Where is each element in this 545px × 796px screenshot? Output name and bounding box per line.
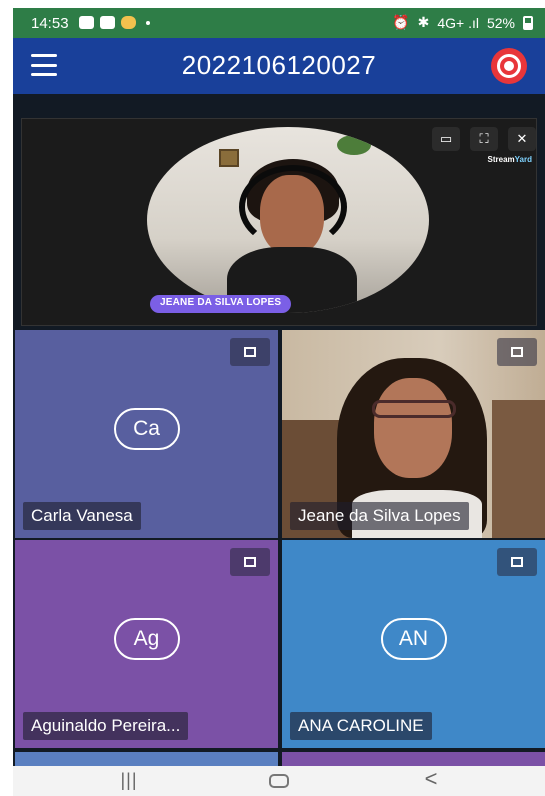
headset-icon	[239, 165, 347, 249]
streamyard-logo: StreamYard	[487, 155, 532, 164]
participant-name: Jeane da Silva Lopes	[290, 502, 469, 530]
home-icon	[269, 774, 289, 788]
phone-screen: 14:53 ⏰ ✱ 4G+ .ıl 52% 2022106120027 JEAN…	[13, 8, 545, 796]
participant-tile-aguinaldo[interactable]: Ag Aguinaldo Pereira...	[15, 540, 278, 748]
pip-button[interactable]: ▭	[432, 127, 460, 151]
gallery-icon	[100, 16, 115, 29]
bookshelf	[492, 400, 545, 538]
expand-icon	[511, 557, 523, 567]
bluetooth-icon: ✱	[417, 14, 430, 30]
signal-indicator: 4G+ .ıl	[437, 14, 479, 31]
system-nav-bar: ||| <	[13, 766, 545, 796]
participant-tile-partial[interactable]	[282, 752, 545, 766]
notification-icons	[79, 16, 150, 29]
fullscreen-button[interactable]: ⛶	[470, 127, 498, 151]
expand-icon	[244, 557, 256, 567]
home-button[interactable]	[259, 770, 299, 794]
app-bar: 2022106120027	[13, 38, 545, 94]
more-notifications-icon	[146, 20, 150, 25]
battery-icon	[523, 15, 533, 30]
record-button[interactable]	[491, 48, 527, 84]
participant-name: Aguinaldo Pereira...	[23, 712, 189, 740]
avatar: AN	[380, 618, 447, 660]
weather-icon	[121, 16, 136, 29]
participant-tile-carla[interactable]: Ca Carla Vanesa	[15, 330, 278, 538]
meeting-id-title: 2022106120027	[181, 50, 377, 80]
record-icon	[497, 54, 521, 78]
expand-button[interactable]	[497, 548, 537, 576]
avatar: Ag	[113, 618, 180, 660]
status-bar: 14:53 ⏰ ✱ 4G+ .ıl 52%	[13, 8, 545, 38]
expand-button[interactable]	[497, 338, 537, 366]
status-right: ⏰ ✱ 4G+ .ıl 52%	[392, 14, 533, 31]
close-button[interactable]: ✕	[508, 127, 536, 151]
plant	[337, 135, 371, 155]
back-button[interactable]: <	[411, 766, 451, 791]
status-time: 14:53	[31, 15, 69, 32]
participant-name: ANA CAROLINE	[290, 712, 432, 740]
expand-button[interactable]	[230, 548, 270, 576]
participant-tile-ana[interactable]: AN ANA CAROLINE	[282, 540, 545, 748]
speaker-video	[147, 127, 429, 313]
participant-face	[374, 378, 452, 478]
battery-percent: 52%	[486, 14, 515, 31]
participant-name: Carla Vanesa	[23, 502, 141, 530]
expand-icon	[511, 347, 523, 357]
wall-frame	[219, 149, 239, 167]
participant-tile-partial[interactable]	[15, 752, 278, 766]
recent-apps-button[interactable]: |||	[109, 770, 149, 794]
stage-view[interactable]: JEANE DA SILVA LOPES ▭ ⛶ ✕ StreamYard	[21, 118, 537, 326]
speaker-name-label: JEANE DA SILVA LOPES	[150, 295, 292, 313]
stage-controls: ▭ ⛶ ✕	[432, 127, 536, 151]
expand-button[interactable]	[230, 338, 270, 366]
alarm-icon: ⏰	[392, 14, 410, 30]
expand-icon	[244, 347, 256, 357]
avatar: Ca	[113, 408, 180, 450]
youtube-icon	[79, 16, 94, 29]
participant-tile-jeane[interactable]: Jeane da Silva Lopes	[282, 330, 545, 538]
glasses-icon	[372, 400, 456, 418]
